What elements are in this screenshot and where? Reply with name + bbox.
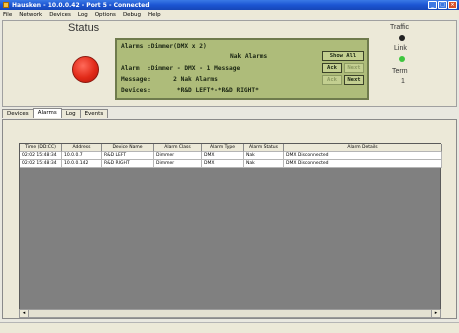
close-icon[interactable]: × xyxy=(448,1,457,9)
table-row[interactable]: 02:02 15:48:34 10.0.0.7 R&D LEFT Dimmer … xyxy=(20,152,442,160)
tab-events[interactable]: Events xyxy=(79,109,109,118)
cell-time: 02:02 15:48:34 xyxy=(20,152,62,160)
status-bar xyxy=(0,322,459,333)
tab-alarms[interactable]: Alarms xyxy=(32,108,62,118)
column-header-alarm-details[interactable]: Alarm Details xyxy=(284,144,442,152)
next-button[interactable]: Next xyxy=(344,63,364,73)
lcd-line-message: Message: 2 Nak Alarms xyxy=(121,76,218,83)
status-label: Status xyxy=(68,22,100,34)
menu-bar: File Network Devices Log Options Debug H… xyxy=(0,10,459,19)
lcd-line-devices: Devices: *R&D LEFT*-*R&D RIGHT* xyxy=(121,87,259,94)
cell-alarm-type: DMX xyxy=(202,152,244,160)
tab-strip: Devices Alarms Log Events xyxy=(2,108,109,119)
tab-log[interactable]: Log xyxy=(60,109,81,118)
menu-item-network[interactable]: Network xyxy=(19,12,42,18)
lcd-line-alarm: Alarm :Dimmer - DMX - 1 Message xyxy=(121,65,241,72)
cell-alarm-class: Dimmer xyxy=(154,160,202,168)
traffic-label: Traffic xyxy=(390,24,410,31)
next-nak-button[interactable]: Next xyxy=(344,75,364,85)
cell-alarm-class: Dimmer xyxy=(154,152,202,160)
ack-nak-button[interactable]: Ack xyxy=(322,75,342,85)
traffic-led-icon xyxy=(399,35,405,41)
menu-item-file[interactable]: File xyxy=(3,12,12,18)
link-led-icon xyxy=(399,56,405,62)
cell-address: 10.0.0.142 xyxy=(62,160,102,168)
cell-time: 02:02 15:48:34 xyxy=(20,160,62,168)
cell-device-name: R&D LEFT xyxy=(102,152,154,160)
term-label: Term xyxy=(392,68,408,75)
scroll-left-icon[interactable]: ◂ xyxy=(20,310,29,317)
cell-alarm-type: DMX xyxy=(202,160,244,168)
window-title: Hausken - 10.0.0.42 - Port 5 - Connected xyxy=(12,1,150,9)
column-header-address[interactable]: Address xyxy=(62,144,102,152)
alarm-table: Time (DD:CC) Address Device Name Alarm C… xyxy=(19,143,442,310)
show-all-button[interactable]: Show All xyxy=(322,51,364,61)
term-value: 1 xyxy=(401,78,405,85)
minimize-icon[interactable]: _ xyxy=(428,1,437,9)
ack-button[interactable]: Ack xyxy=(322,63,342,73)
cell-alarm-details: DMX Disconnected xyxy=(284,152,442,160)
cell-alarm-status: Nak xyxy=(244,160,284,168)
app-icon xyxy=(3,2,9,8)
table-header: Time (DD:CC) Address Device Name Alarm C… xyxy=(20,144,442,152)
horizontal-scrollbar[interactable]: ◂ ▸ xyxy=(19,309,441,318)
alarm-display: Alarms :Dimmer(DMX x 2) Nak Alarms Alarm… xyxy=(115,38,369,100)
window-controls: _ □ × xyxy=(428,1,457,9)
menu-item-help[interactable]: Help xyxy=(148,12,161,18)
menu-item-debug[interactable]: Debug xyxy=(123,12,141,18)
tab-devices[interactable]: Devices xyxy=(2,109,34,118)
link-label: Link xyxy=(394,45,407,52)
maximize-icon[interactable]: □ xyxy=(438,1,447,9)
status-lamp-icon xyxy=(72,56,99,83)
menu-item-options[interactable]: Options xyxy=(95,12,116,18)
cell-device-name: R&D RIGHT xyxy=(102,160,154,168)
lcd-line-alarms: Alarms :Dimmer(DMX x 2) xyxy=(121,43,207,50)
column-header-alarm-type[interactable]: Alarm Type xyxy=(202,144,244,152)
table-row[interactable]: 02:02 15:48:34 10.0.0.142 R&D RIGHT Dimm… xyxy=(20,160,442,168)
column-header-alarm-status[interactable]: Alarm Status xyxy=(244,144,284,152)
lcd-line-nak: Nak Alarms xyxy=(230,53,268,60)
cell-address: 10.0.0.7 xyxy=(62,152,102,160)
menu-item-log[interactable]: Log xyxy=(78,12,88,18)
cell-alarm-status: Nak xyxy=(244,152,284,160)
column-header-device-name[interactable]: Device Name xyxy=(102,144,154,152)
title-bar: Hausken - 10.0.0.42 - Port 5 - Connected… xyxy=(0,0,459,10)
column-header-alarm-class[interactable]: Alarm Class xyxy=(154,144,202,152)
scroll-right-icon[interactable]: ▸ xyxy=(431,310,440,317)
cell-alarm-details: DMX Disconnected xyxy=(284,160,442,168)
menu-item-devices[interactable]: Devices xyxy=(49,12,71,18)
column-header-time[interactable]: Time (DD:CC) xyxy=(20,144,62,152)
